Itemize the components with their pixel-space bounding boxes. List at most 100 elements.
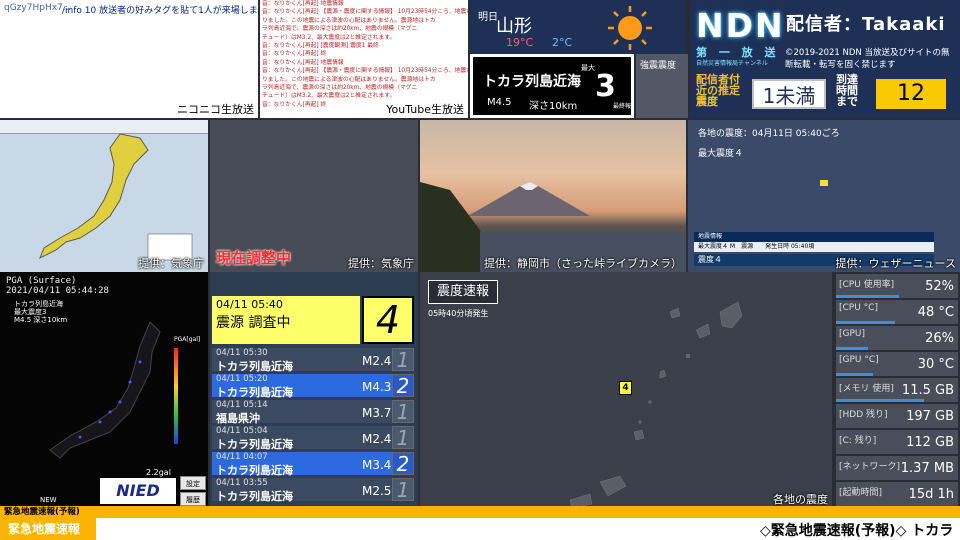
stat-value: 30 °C — [917, 357, 954, 372]
chat-line: 音：なりかくん[再起] 【震源・震度に関する情報】 10月23時54分ころ、地震… — [262, 9, 468, 16]
arrival-time-label: 到達時間まで — [836, 73, 858, 108]
sun-icon — [608, 6, 652, 50]
occurrence-time: 05時40分頃発生 — [428, 309, 489, 318]
stat-row: [CPU °C] 48 °C — [836, 300, 958, 324]
weather-day-label: 明日 — [478, 12, 498, 23]
stat-meter — [836, 321, 895, 324]
history-button[interactable]: 履歴 — [180, 492, 206, 506]
stat-meter — [836, 347, 868, 350]
nied-panel: PGA (Surface) 2021/04/11 05:44:28 トカラ列島近… — [0, 272, 208, 508]
intensity-badge: 4 — [619, 381, 632, 395]
ndn-logo: NDN — [696, 6, 785, 45]
stat-label: [CPU °C] — [839, 303, 878, 313]
nied-gal: 2.2gal — [146, 468, 171, 477]
chat-line: チュード）はM3.2、最大震度は2と推定されます。 — [262, 93, 396, 100]
current-quake-place: 震源 調査中 — [216, 315, 291, 331]
stat-label: [GPU °C] — [839, 355, 879, 365]
quake-history-row[interactable]: 04/11 05:14 福島県沖 M3.7 1 — [212, 400, 414, 425]
stat-value: 52% — [925, 279, 954, 294]
history-time: 04/11 03:55 — [216, 478, 268, 488]
current-quake-box: 04/11 05:40 震源 調査中 — [212, 296, 360, 344]
weathernews-bar-info: 最大震度４ M 震源 発生日時 05:40頃 — [694, 242, 934, 252]
history-magnitude: M3.4 — [362, 458, 392, 472]
chat-line: ラ列島近海で、震源の深さは約20km、地震の規模（マグニ — [262, 26, 418, 33]
quake-history-row[interactable]: 04/11 04:07 トカラ列島近海 M3.4 2 — [212, 452, 414, 477]
history-time: 04/11 05:30 — [216, 348, 268, 358]
quake-history-row[interactable]: 04/11 03:55 トカラ列島近海 M2.5 1 — [212, 478, 414, 503]
quake-max-value: 3 — [595, 69, 616, 104]
history-intensity: 2 — [392, 452, 414, 476]
stat-meter — [836, 295, 900, 298]
chat-line: 音：なりかくん[再起] 地震情報 — [262, 1, 344, 7]
stat-value: 48 °C — [917, 305, 954, 320]
stat-row: [HDD 残り] 197 GB — [836, 404, 958, 428]
history-time: 04/11 05:14 — [216, 400, 268, 410]
ticker-bar: 緊急地震速報 ◇緊急地震速報(予報)◇ トカラ — [0, 518, 960, 540]
ticker-label: 緊急地震速報 — [0, 518, 96, 540]
history-intensity: 1 — [392, 400, 414, 424]
weather-low: 2°C — [552, 36, 573, 49]
nied-logo: NIED — [100, 478, 176, 504]
stat-meter — [836, 373, 873, 376]
history-intensity: 1 — [392, 426, 414, 450]
current-quake-time: 04/11 05:40 — [216, 298, 283, 311]
quake-history-row[interactable]: 04/11 05:04 トカラ列島近海 M2.4 1 — [212, 426, 414, 451]
pga-unit: PGA[gal] — [174, 336, 201, 343]
stat-row: [起動時間] 15d 1h — [836, 482, 958, 506]
adjusting-label: 現在調整中 — [216, 249, 292, 267]
history-place: 福島県沖 — [216, 412, 260, 425]
quake-history-row[interactable]: 04/11 05:20 トカラ列島近海 M4.3 2 — [212, 374, 414, 399]
system-stats-panel: [CPU 使用率] 52% [CPU °C] 48 °C [GPU] 26% [GPU °C… — [834, 272, 960, 508]
stat-meter — [836, 399, 924, 402]
youtube-chat-panel: 音：なりかくん[再起] 地震情報音：なりかくん[再起] 【震源・震度に関する情報… — [260, 0, 468, 118]
camera-caption: 提供：静岡市（さった峠ライブカメラ） — [484, 257, 682, 270]
settings-button[interactable]: 設定 — [180, 476, 206, 490]
history-place: トカラ列島近海 — [216, 438, 293, 451]
ticker-scroll-text: ◇緊急地震速報(予報)◇ トカラ — [760, 523, 954, 539]
strong-motion-label: 強震震度 — [640, 61, 677, 71]
stat-row: [C: 残り] 112 GB — [836, 430, 958, 454]
estimated-intensity-label: 配信者付近の推定震度 — [696, 73, 740, 108]
chat-line: りました。この地震による津波の心配はありません。震源地はトカ — [262, 17, 436, 24]
quake-final-label: 最終報 — [613, 103, 632, 110]
stat-row: [GPU] 26% — [836, 326, 958, 350]
stat-row: [ネットワーク] 1.37 MB — [836, 456, 958, 480]
history-magnitude: M4.3 — [362, 380, 392, 394]
quake-history-row[interactable]: 04/11 05:30 トカラ列島近海 M2.4 1 — [212, 348, 414, 373]
weathernews-max: 最大震度４ — [698, 149, 744, 159]
stat-value: 15d 1h — [908, 487, 954, 502]
history-intensity: 2 — [392, 374, 414, 398]
history-place: トカラ列島近海 — [216, 490, 293, 503]
stat-value: 1.37 MB — [900, 461, 954, 476]
intensity-map-panel: 震度速報 05時40分頃発生 4 各地の震度 — [420, 272, 832, 508]
japan-map — [39, 133, 193, 261]
quake-depth: 深さ10km — [529, 101, 578, 112]
chat-line: 音：なりかくん[再起] 地震情報 — [262, 59, 344, 66]
stat-label: [C: 残り] — [839, 436, 877, 446]
jma-caption: 提供：気象庁 — [138, 257, 204, 270]
youtube-chat-lines: 音：なりかくん[再起] 地震情報音：なりかくん[再起] 【震源・震度に関する情報… — [260, 0, 468, 109]
mount-fuji-view — [420, 182, 686, 272]
quake-max-label: 最大 — [581, 64, 595, 72]
weather-high: 19°C — [506, 36, 534, 49]
caster-name: 配信者：Takaaki — [786, 10, 946, 36]
chat-line: りました。この地震による津波の心配はありません。震源地はトカ — [262, 76, 436, 83]
history-magnitude: M2.5 — [362, 484, 392, 498]
chat-line: 音：なりかくん[再起] 【震源・震度に関する情報】 10月23時54分ころ、地震… — [262, 68, 468, 75]
stat-label: [CPU 使用率] — [839, 280, 895, 290]
weather-city: 山形 — [496, 16, 532, 37]
ticker-top-bar: 緊急地震速報(予報) — [0, 506, 960, 518]
weather-panel: 明日 山形 19°C 2°C — [470, 0, 686, 54]
history-time: 04/11 04:07 — [216, 452, 268, 462]
stat-label: [GPU] — [839, 329, 866, 339]
intensity-marker — [820, 180, 828, 186]
copyright-text: ©2019-2021 NDN 当放送及びサイトの無断転載・転写を固く禁じます — [785, 48, 950, 70]
stat-label: [起動時間] — [839, 488, 883, 498]
current-quake-intensity: 4 — [362, 296, 414, 344]
history-place: トカラ列島近海 — [216, 386, 293, 399]
niconico-caption: ニコニコ生放送 — [177, 103, 254, 116]
quake-info-box: トカラ列島近海 M4.5 深さ10km 最大 3 最終報 — [470, 54, 634, 118]
history-magnitude: M2.4 — [362, 432, 392, 446]
quake-list-panel: 04/11 05:40 震源 調査中 4 04/11 05:30 トカラ列島近海 M… — [210, 272, 418, 508]
stat-row: [CPU 使用率] 52% — [836, 274, 958, 298]
